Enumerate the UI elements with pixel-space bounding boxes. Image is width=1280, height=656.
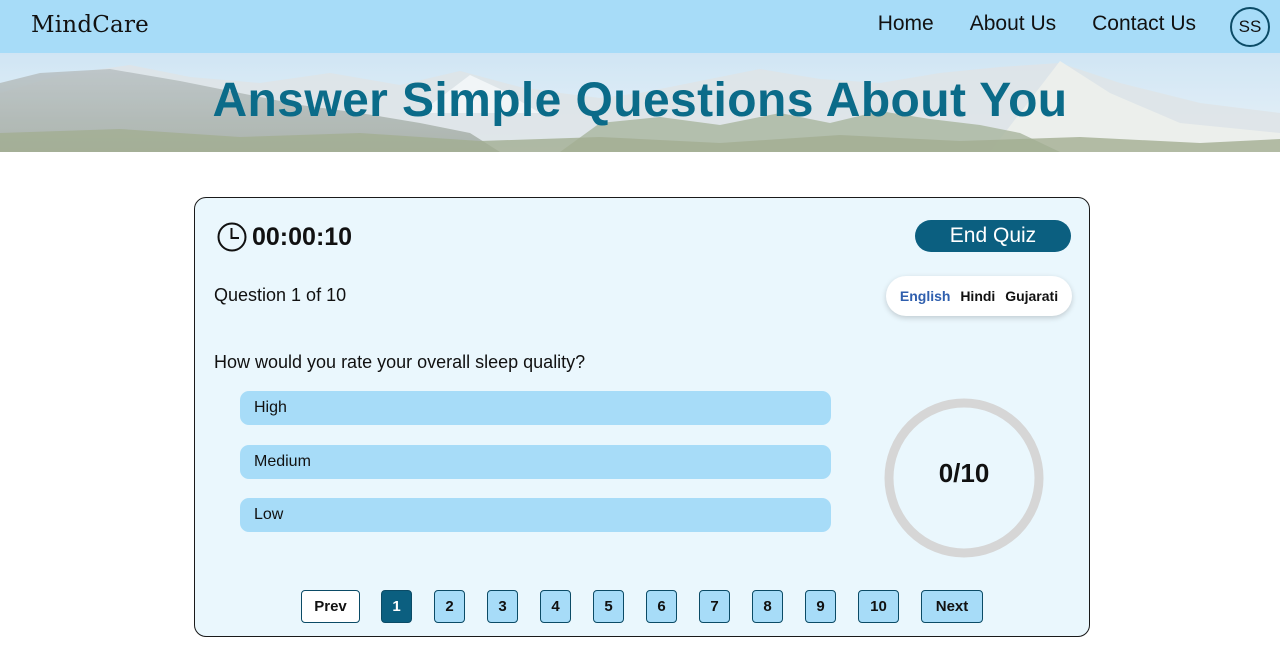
user-avatar[interactable]: SS: [1230, 7, 1270, 47]
nav-link-home[interactable]: Home: [878, 12, 934, 36]
end-quiz-button[interactable]: End Quiz: [915, 220, 1071, 252]
brand-logo[interactable]: MindCare: [31, 12, 149, 38]
language-hindi[interactable]: Hindi: [960, 288, 995, 304]
prev-button[interactable]: Prev: [301, 590, 360, 623]
nav-links: Home About Us Contact Us: [878, 12, 1196, 36]
timer-value: 00:00:10: [252, 222, 353, 251]
answer-option-medium[interactable]: Medium: [240, 445, 831, 479]
question-counter: Question 1 of 10: [214, 285, 347, 305]
page-button-6[interactable]: 6: [646, 590, 677, 623]
nav-link-contact[interactable]: Contact Us: [1092, 12, 1196, 36]
page-button-7[interactable]: 7: [699, 590, 730, 623]
answer-option-high[interactable]: High: [240, 391, 831, 425]
nav-link-about[interactable]: About Us: [970, 12, 1056, 36]
language-gujarati[interactable]: Gujarati: [1005, 288, 1058, 304]
page-button-9[interactable]: 9: [805, 590, 836, 623]
hero-title: Answer Simple Questions About You: [212, 74, 1068, 127]
language-english[interactable]: English: [900, 288, 951, 304]
hero-banner: Answer Simple Questions About You: [0, 53, 1280, 152]
quiz-card: 00:00:10 End Quiz Question 1 of 10 Engli…: [194, 197, 1090, 637]
quiz-timer: 00:00:10: [216, 221, 352, 253]
score-value: 0/10: [938, 458, 990, 488]
page-button-3[interactable]: 3: [487, 590, 518, 623]
question-text: How would you rate your overall sleep qu…: [214, 352, 586, 372]
page-button-2[interactable]: 2: [434, 590, 465, 623]
language-selector: English Hindi Gujarati: [886, 276, 1072, 316]
page-button-10[interactable]: 10: [858, 590, 899, 623]
clock-icon: [217, 222, 247, 252]
page-button-8[interactable]: 8: [752, 590, 783, 623]
top-navbar: MindCare Home About Us Contact Us SS: [0, 0, 1280, 53]
page-button-4[interactable]: 4: [540, 590, 571, 623]
page-button-5[interactable]: 5: [593, 590, 624, 623]
page-button-1[interactable]: 1: [381, 590, 412, 623]
question-pagination: Prev 1 2 3 4 5 6 7 8 9 10 Next: [195, 590, 1091, 624]
next-button[interactable]: Next: [921, 590, 983, 623]
answer-option-low[interactable]: Low: [240, 498, 831, 532]
